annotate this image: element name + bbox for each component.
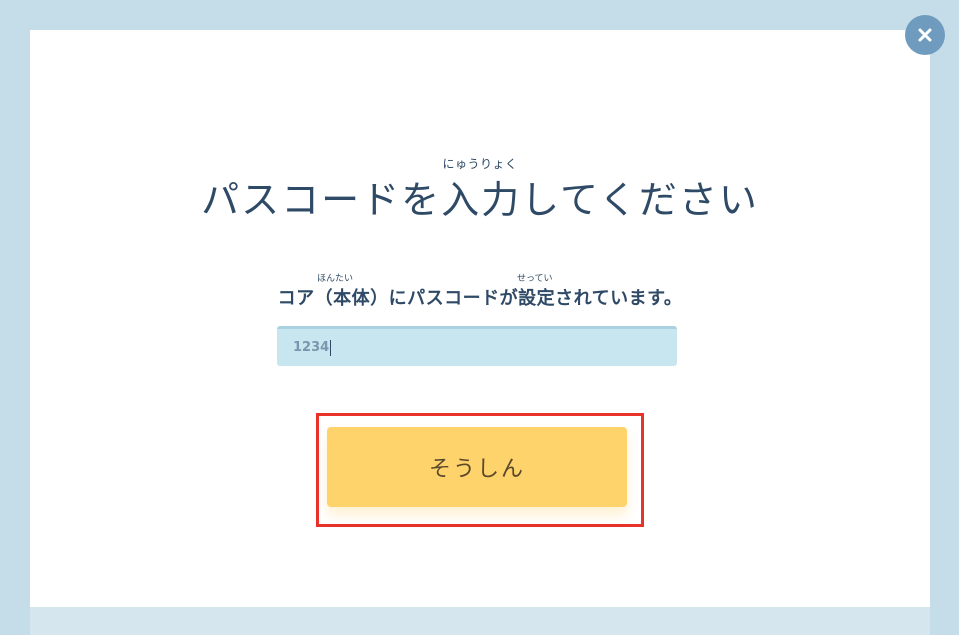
description-ruby-row: ほんたい せってい [30,271,930,284]
page-title: パスコードを入力してください [201,178,759,222]
passcode-input-value: 1234 [293,340,330,355]
close-button[interactable] [905,15,945,55]
title-block: にゅうりょく パスコードを入力してください [30,156,930,222]
footer-strip [30,607,930,635]
send-button[interactable]: そうしん [327,427,627,507]
passcode-dialog: にゅうりょく パスコードを入力してください ほんたい せってい コア（本体）にパ… [30,30,930,607]
description-ruby-hontai: ほんたい [317,274,354,284]
description-text: コア（本体）にパスコードが設定されています。 [277,288,683,309]
description-block: ほんたい せってい コア（本体）にパスコードが設定されています。 [30,271,930,313]
text-caret [330,339,332,356]
description-ruby-settei: せってい [517,274,553,284]
passcode-input[interactable]: 1234 [277,326,677,366]
send-button-label: そうしん [428,457,525,482]
title-ruby: にゅうりょく [442,157,518,171]
close-icon [917,27,933,43]
